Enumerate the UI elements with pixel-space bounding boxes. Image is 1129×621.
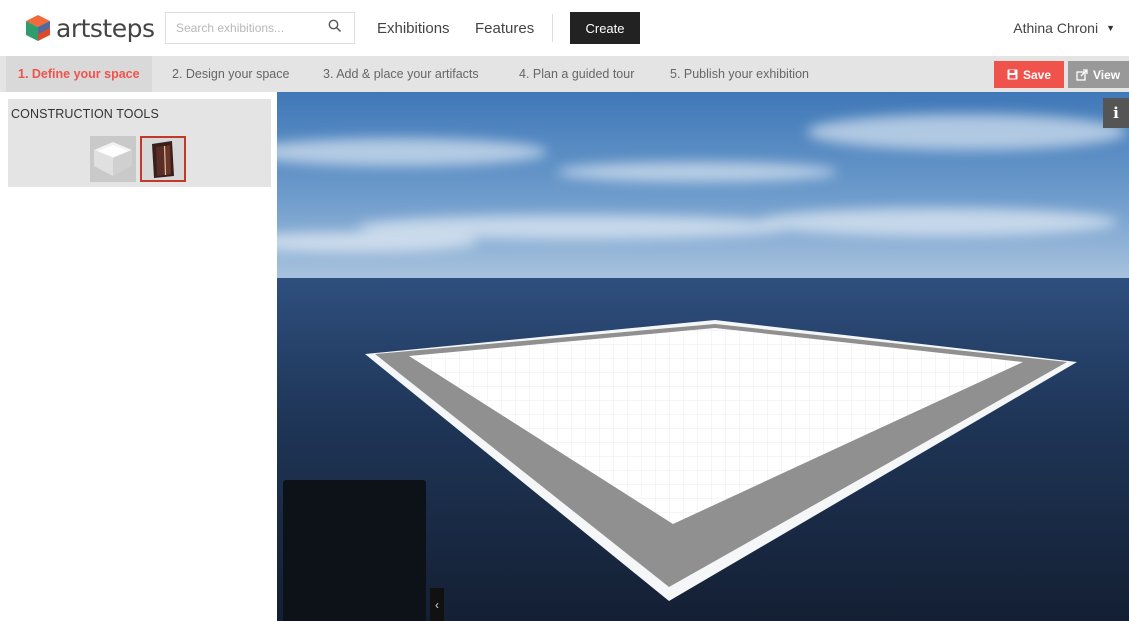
step-guided-tour[interactable]: 4. Plan a guided tour — [507, 56, 646, 92]
user-name: Athina Chroni — [1013, 20, 1099, 36]
nav-features[interactable]: Features — [475, 20, 534, 37]
view-button[interactable]: View — [1068, 61, 1129, 88]
create-button[interactable]: Create — [570, 12, 640, 44]
nav-divider — [552, 14, 553, 42]
step-add-artifacts[interactable]: 3. Add & place your artifacts — [311, 56, 491, 92]
room-icon — [94, 142, 132, 176]
room-tool-button[interactable] — [90, 136, 136, 182]
step-publish[interactable]: 5. Publish your exhibition — [658, 56, 821, 92]
construction-tools-panel: CONSTRUCTION TOOLS — [8, 99, 271, 187]
artsteps-logo[interactable]: artsteps — [24, 12, 155, 44]
step-design-space[interactable]: 2. Design your space — [160, 56, 301, 92]
user-menu[interactable]: Athina Chroni ▼ — [1013, 20, 1115, 36]
view-label: View — [1093, 67, 1121, 82]
save-label: Save — [1022, 67, 1052, 82]
cube-logo-icon — [26, 15, 50, 41]
search-box — [165, 12, 355, 44]
minimap-panel[interactable] — [283, 480, 426, 621]
step-define-space[interactable]: 1. Define your space — [6, 56, 152, 92]
caret-down-icon: ▼ — [1106, 23, 1115, 33]
nav-exhibitions[interactable]: Exhibitions — [377, 20, 450, 37]
left-side-panel: CONSTRUCTION TOOLS — [0, 92, 277, 621]
top-navbar: artsteps Exhibitions Features Create Ath… — [0, 0, 1129, 56]
door-icon — [152, 141, 174, 178]
info-button[interactable]: i — [1103, 98, 1129, 128]
save-button[interactable]: Save — [994, 61, 1064, 88]
brand-name: artsteps — [56, 13, 155, 43]
floppy-disk-icon — [1007, 69, 1018, 80]
search-icon[interactable] — [328, 19, 342, 33]
door-tool-button[interactable] — [140, 136, 186, 182]
wizard-steps-bar: 1. Define your space 2. Design your spac… — [0, 56, 1129, 92]
construction-tools-title: CONSTRUCTION TOOLS — [11, 107, 159, 121]
collapse-minimap-button[interactable]: ‹ — [430, 588, 444, 621]
search-input[interactable] — [166, 13, 316, 43]
external-link-icon — [1076, 68, 1088, 81]
